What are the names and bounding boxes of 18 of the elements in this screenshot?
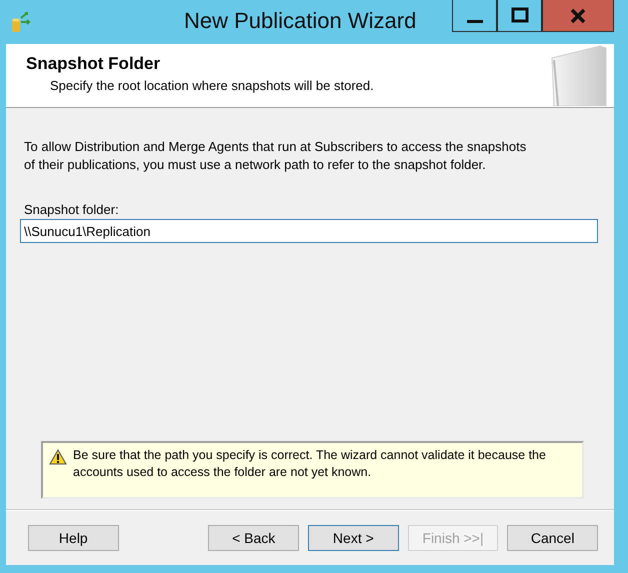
snapshot-folder-field[interactable]: \\Sunucu1\Replication <box>20 219 598 243</box>
maximize-icon <box>510 6 528 24</box>
wizard-button[interactable]: Help <box>28 524 119 550</box>
description-text: To allow Distribution and Merge Agents that run at Subscribers to access the snapshots of their publications, you must use a network path to refer to the snapshot folder. <box>24 138 528 174</box>
maximize-button[interactable] <box>497 0 542 32</box>
close-button[interactable] <box>542 0 614 32</box>
minimize-icon <box>466 20 482 23</box>
wizard-button[interactable]: < Back <box>208 524 300 550</box>
page-subtitle: Specify the root location where snapshots will be stored. <box>50 78 375 93</box>
minimize-button[interactable] <box>452 0 497 32</box>
warning-text: Be sure that the path you specify is correct. The wizard cannot validate it because the accounts used to access the folder are not yet known. <box>73 447 547 481</box>
warning-icon <box>49 449 67 465</box>
wizard-button[interactable]: Next > <box>308 524 399 550</box>
window-title: New Publication Wizard <box>184 8 416 34</box>
page-title: Snapshot Folder <box>26 54 162 74</box>
field-label: Snapshot folder: <box>24 202 120 217</box>
wizard-button[interactable]: Cancel <box>507 524 598 550</box>
close-icon <box>569 6 587 24</box>
